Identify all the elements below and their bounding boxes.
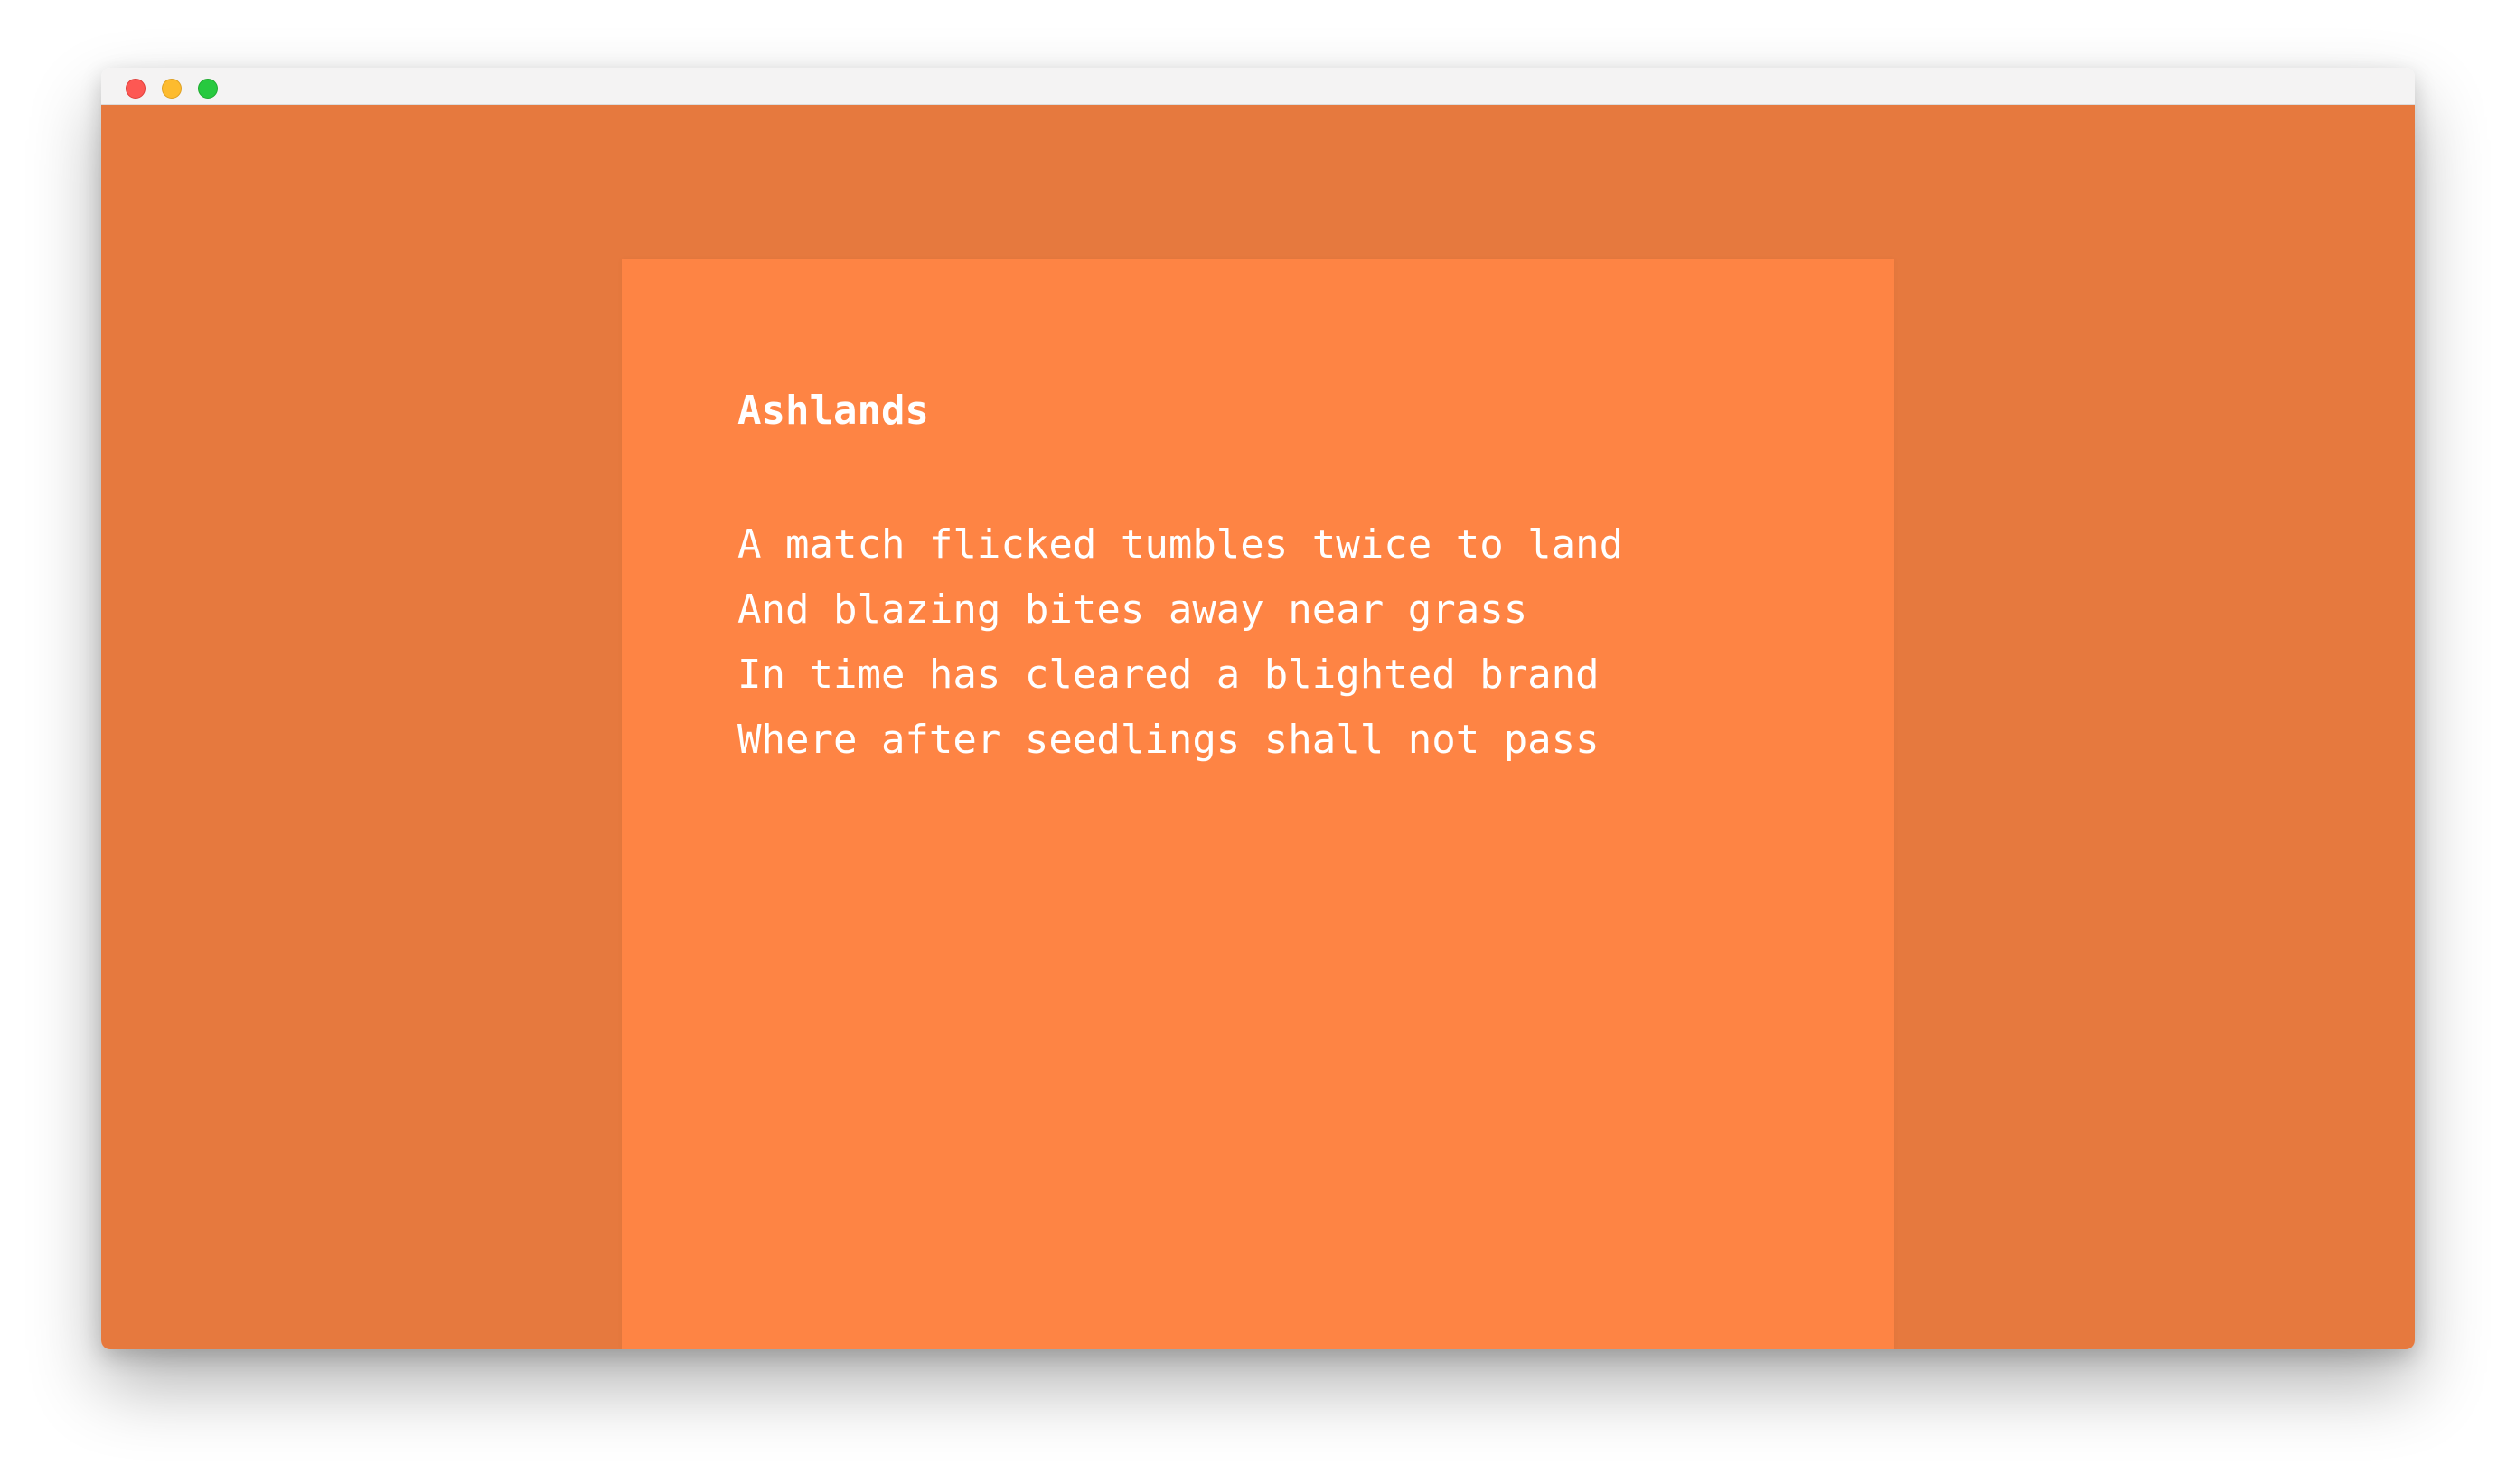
poem-line: A match flicked tumbles twice to land — [737, 521, 1624, 568]
maximize-window-button[interactable] — [198, 79, 218, 99]
poem-line: In time has cleared a blighted brand — [737, 652, 1600, 698]
poem-body: A match flicked tumbles twice to land An… — [737, 512, 1623, 773]
poem-line: Where after seedlings shall not pass — [737, 717, 1600, 763]
page-background: Ashlands A match flicked tumbles twice t… — [101, 105, 2415, 1349]
poem-card: Ashlands A match flicked tumbles twice t… — [622, 259, 1894, 1349]
window-titlebar — [101, 68, 2415, 105]
minimize-window-button[interactable] — [162, 79, 182, 99]
browser-window: Ashlands A match flicked tumbles twice t… — [101, 68, 2415, 1349]
poem-line: And blazing bites away near grass — [737, 587, 1528, 633]
poem-title: Ashlands — [737, 388, 929, 434]
close-window-button[interactable] — [126, 79, 146, 99]
